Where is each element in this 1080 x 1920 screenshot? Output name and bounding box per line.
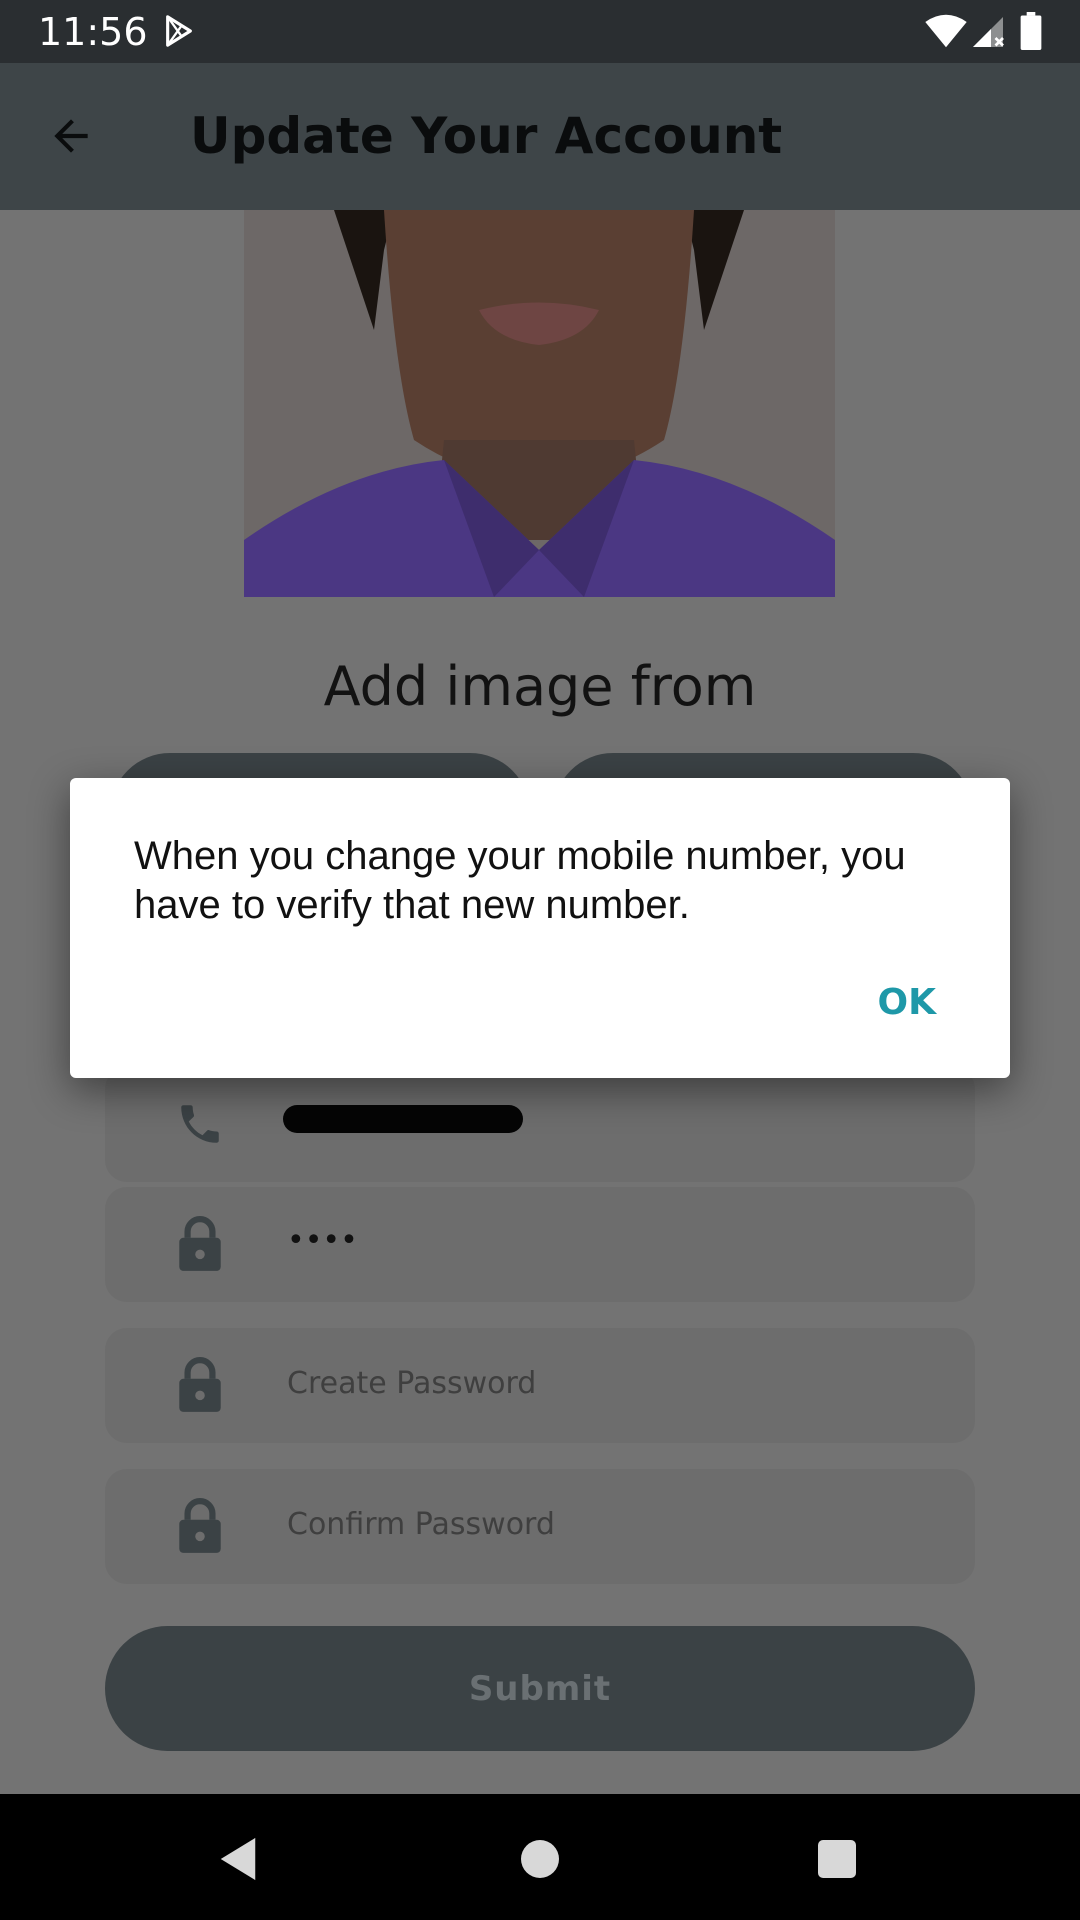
signal-icon	[973, 17, 1004, 47]
lock-icon	[179, 1216, 221, 1271]
current-password-field[interactable]: ••••	[105, 1187, 975, 1302]
page-title: Update Your Account	[190, 107, 783, 165]
screen: 11:56 Update Your Account Add image from…	[0, 0, 1080, 1920]
add-image-title: Add image from	[323, 655, 757, 718]
nav-recents-icon[interactable]	[818, 1840, 856, 1878]
play-store-icon	[166, 15, 192, 47]
profile-photo[interactable]	[244, 210, 835, 597]
profile-photo-image	[244, 210, 835, 597]
status-bar: 11:56	[0, 0, 1080, 63]
lock-icon	[179, 1357, 221, 1412]
battery-icon	[1020, 12, 1042, 50]
nav-back-icon[interactable]	[218, 1836, 258, 1882]
create-password-placeholder: Create Password	[287, 1366, 537, 1401]
submit-button[interactable]: Submit	[105, 1626, 975, 1751]
nav-home-icon[interactable]	[521, 1840, 559, 1878]
arrow-back-icon[interactable]	[46, 111, 96, 161]
confirm-password-field[interactable]: Confirm Password	[105, 1469, 975, 1584]
status-time: 11:56	[38, 10, 148, 54]
ok-button[interactable]: OK	[878, 982, 937, 1023]
current-password-value: ••••	[287, 1223, 358, 1258]
alert-dialog: When you change your mobile number, you …	[70, 778, 1010, 1078]
phone-icon	[181, 1105, 219, 1143]
redacted-phone-number	[283, 1105, 523, 1133]
lock-icon	[179, 1498, 221, 1553]
wifi-icon	[925, 14, 967, 48]
app-bar: Update Your Account	[0, 63, 1080, 210]
phone-field[interactable]	[105, 1067, 975, 1182]
create-password-field[interactable]: Create Password	[105, 1328, 975, 1443]
dialog-message: When you change your mobile number, you …	[134, 834, 906, 927]
navigation-bar	[0, 1794, 1080, 1920]
confirm-password-placeholder: Confirm Password	[287, 1507, 555, 1542]
